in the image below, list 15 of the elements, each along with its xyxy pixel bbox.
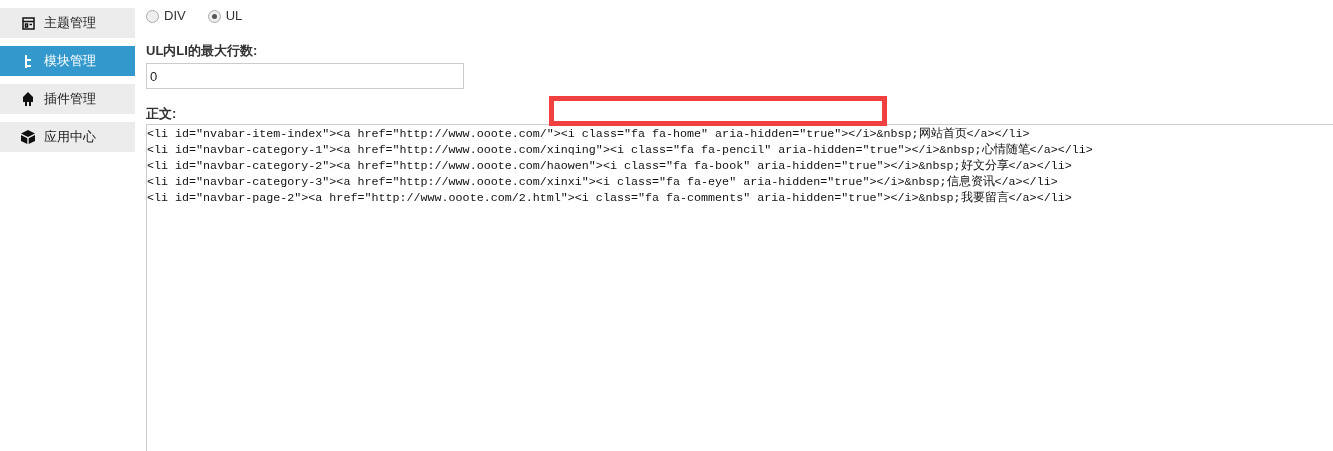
cube-icon [21, 130, 35, 144]
plug-icon [22, 92, 34, 106]
input-field[interactable]: 0 [146, 63, 464, 89]
tree-icon [24, 54, 32, 68]
radio-button[interactable] [207, 9, 221, 23]
layout-icon [21, 16, 35, 30]
radio-label: UL [225, 7, 243, 26]
radio-label: DIV [164, 7, 186, 26]
sidebar-item[interactable]: 插件管理 [0, 84, 135, 114]
sidebar-item[interactable]: 应用中心 [0, 122, 135, 152]
field-label: 正文: [146, 105, 177, 123]
field-label: UL内LI的最大行数: [146, 42, 258, 60]
sidebar-item[interactable]: 主题管理 [0, 8, 135, 38]
code-editor[interactable]: <li id="nvabar-item-index"><a href="http://www.ooote.com/"><i class="fa fa-home" aria-hidden="true"></i>&nbsp;网站首页</a></li> <li id="navbar-category-1"><a href="http://www.ooote.com/xinqing"><i class="fa fa-pencil" aria-hidden="true"></i>&nbsp;心情随笔</a></li> <li id="navbar-category-2"><a href="http://www.ooote.com/haowen"><i class="fa fa-book" aria-hidden="true"></i>&nbsp;好文分享</a></li> <li id="navbar-category-3"><a href="http://www.ooote.com/xinxi"><i class="fa fa-eye" aria-hidden="true"></i>&nbsp;信息资讯</a></li> <li id="navbar-page-2"><a href="http://www.ooote.com/2.html"><i class="fa fa-comments" aria-hidden="true"></i>&nbsp;我要留言</a></li> [146, 124, 1333, 451]
radio-button[interactable] [146, 9, 159, 23]
